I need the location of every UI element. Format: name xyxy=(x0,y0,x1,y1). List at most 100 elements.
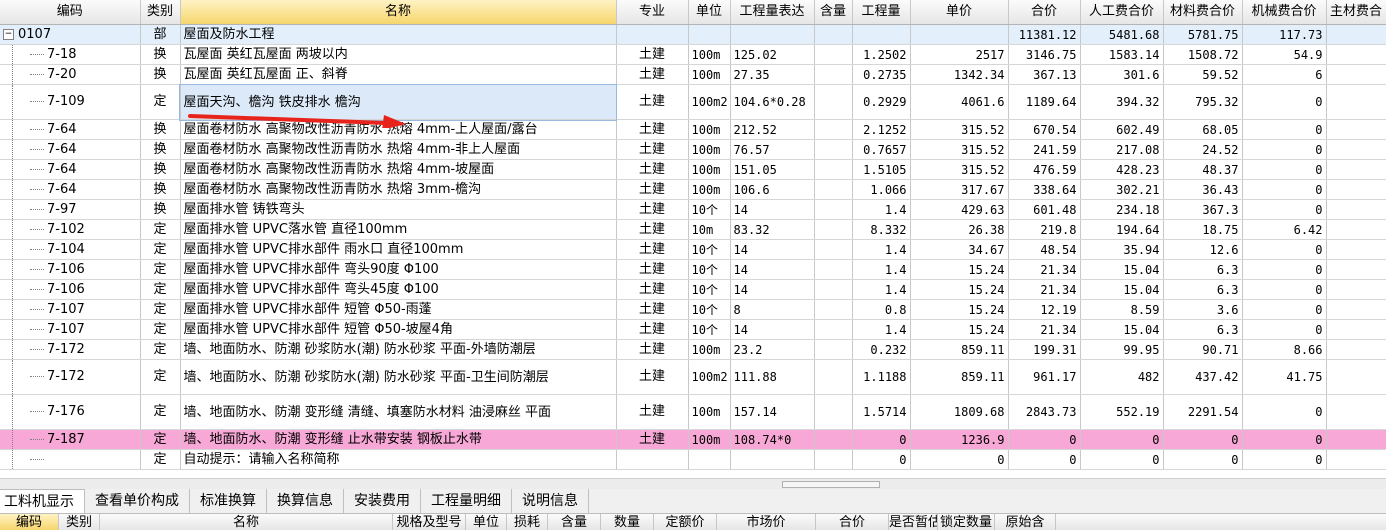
row-name[interactable]: 自动提示：请输入名称简称 xyxy=(180,449,617,470)
row-material-total[interactable]: 6.3 xyxy=(1163,319,1243,340)
row-category[interactable]: 定 xyxy=(140,84,181,120)
row-unit-price[interactable]: 317.67 xyxy=(910,179,1009,200)
table-row[interactable]: 7-97 换屋面排水管 铸铁弯头 土建 10个 14 1.4 429.63 601.48 234… xyxy=(0,199,1386,220)
row-material-total[interactable]: 59.52 xyxy=(1163,64,1243,85)
row-unit[interactable]: 10个 xyxy=(688,319,731,340)
row-material-total[interactable]: 6.3 xyxy=(1163,259,1243,280)
row-major[interactable]: 土建 xyxy=(616,199,689,220)
row-unit[interactable]: 10个 xyxy=(688,259,731,280)
row-main-material-total[interactable] xyxy=(1326,84,1386,120)
row-machine-total[interactable]: 8.66 xyxy=(1242,339,1327,360)
row-total-price[interactable]: 476.59 xyxy=(1008,159,1081,180)
row-material-total[interactable]: 795.32 xyxy=(1163,84,1243,120)
row-quantity[interactable]: 1.4 xyxy=(852,319,911,340)
row-total-price[interactable]: 2843.73 xyxy=(1008,394,1081,430)
col-header-labor-total[interactable]: 人工费合价 xyxy=(1080,0,1164,25)
row-content[interactable] xyxy=(814,339,853,360)
row-total-price[interactable]: 21.34 xyxy=(1008,259,1081,280)
row-major[interactable]: 土建 xyxy=(616,64,689,85)
row-unit[interactable]: 100m xyxy=(688,44,731,65)
row-quantity-expression[interactable]: 108.74*0 xyxy=(730,429,815,450)
row-material-total[interactable]: 36.43 xyxy=(1163,179,1243,200)
row-unit-price[interactable]: 1809.68 xyxy=(910,394,1009,430)
row-labor-total[interactable]: 0 xyxy=(1080,429,1164,450)
row-category[interactable]: 定 xyxy=(140,429,181,450)
row-material-total[interactable]: 12.6 xyxy=(1163,239,1243,260)
col-header-material-total[interactable]: 材料费合价 xyxy=(1163,0,1243,25)
row-content[interactable] xyxy=(814,259,853,280)
row-machine-total[interactable]: 54.9 xyxy=(1242,44,1327,65)
row-content[interactable] xyxy=(814,219,853,240)
row-material-total[interactable]: 18.75 xyxy=(1163,219,1243,240)
col-header-category[interactable]: 类别 xyxy=(140,0,181,25)
table-row[interactable]: 7-176 定墙、地面防水、防潮 变形缝 清缝、填塞防水材料 油浸麻丝 平面 土建 1… xyxy=(0,394,1386,430)
row-name[interactable]: 屋面卷材防水 高聚物改性沥青防水 热熔 4mm-坡屋面 xyxy=(180,159,617,180)
row-labor-total[interactable]: 234.18 xyxy=(1080,199,1164,220)
row-quantity[interactable]: 0 xyxy=(852,429,911,450)
row-material-total[interactable]: 1508.72 xyxy=(1163,44,1243,65)
table-row[interactable]: 7-18 换瓦屋面 英红瓦屋面 两坡以内 土建 100m 125.02 1.2502 251… xyxy=(0,44,1386,65)
row-main-material-total[interactable] xyxy=(1326,359,1386,395)
row-main-material-total[interactable] xyxy=(1326,219,1386,240)
row-code[interactable]: 7-172 xyxy=(0,359,141,395)
row-labor-total[interactable]: 217.08 xyxy=(1080,139,1164,160)
row-labor-total[interactable]: 301.6 xyxy=(1080,64,1164,85)
row-category[interactable]: 定 xyxy=(140,299,181,320)
row-unit[interactable] xyxy=(688,449,731,470)
row-code[interactable]: 7-97 xyxy=(0,199,141,220)
row-machine-total[interactable]: 0 xyxy=(1242,119,1327,140)
row-content[interactable] xyxy=(814,179,853,200)
row-code[interactable]: 7-104 xyxy=(0,239,141,260)
col-header-quantity[interactable]: 工程量 xyxy=(852,0,911,25)
row-major[interactable]: 土建 xyxy=(616,119,689,140)
sub-col-amount[interactable]: 数量 xyxy=(601,514,654,530)
row-name[interactable]: 墙、地面防水、防潮 变形缝 止水带安装 钢板止水带 xyxy=(180,429,617,450)
row-main-material-total[interactable] xyxy=(1326,159,1386,180)
row-main-material-total[interactable] xyxy=(1326,64,1386,85)
table-row[interactable]: 7-104 定屋面排水管 UPVC排水部件 雨水口 直径100mm 土建 10个 14 1… xyxy=(0,239,1386,260)
table-row[interactable]: 7-64 换屋面卷材防水 高聚物改性沥青防水 热熔 4mm-非上人屋面 土建 100m… xyxy=(0,139,1386,160)
row-name[interactable]: 墙、地面防水、防潮 砂浆防水(潮) 防水砂浆 平面-卫生间防潮层 xyxy=(180,359,617,395)
row-unit-price[interactable]: 2517 xyxy=(910,44,1009,65)
table-row[interactable]: 7-64 换屋面卷材防水 高聚物改性沥青防水 热熔 3mm-檐沟 土建 100m 106… xyxy=(0,179,1386,200)
row-name[interactable]: 屋面排水管 UPVC排水部件 短管 Φ50-雨蓬 xyxy=(180,299,617,320)
col-header-code[interactable]: 编码 xyxy=(0,0,141,25)
row-code[interactable]: 7-64 xyxy=(0,159,141,180)
row-major[interactable]: 土建 xyxy=(616,239,689,260)
row-main-material-total[interactable] xyxy=(1326,239,1386,260)
row-main-material-total[interactable] xyxy=(1326,319,1386,340)
row-main-material-total[interactable] xyxy=(1326,119,1386,140)
row-quantity[interactable]: 1.066 xyxy=(852,179,911,200)
row-machine-total[interactable]: 41.75 xyxy=(1242,359,1327,395)
row-material-total[interactable]: 24.52 xyxy=(1163,139,1243,160)
row-quantity-expression[interactable]: 76.57 xyxy=(730,139,815,160)
row-main-material-total[interactable] xyxy=(1326,299,1386,320)
sub-col-lock-amount[interactable]: 锁定数量 xyxy=(938,514,995,530)
row-material-total[interactable]: 3.6 xyxy=(1163,299,1243,320)
col-header-machine-total[interactable]: 机械费合价 xyxy=(1242,0,1327,25)
section-name[interactable]: 屋面及防水工程 xyxy=(180,24,617,45)
row-total-price[interactable]: 670.54 xyxy=(1008,119,1081,140)
section-row[interactable]: −0107 部 屋面及防水工程 11381.12 5481.68 5781.75… xyxy=(0,24,1386,45)
col-header-quantity-expression[interactable]: 工程量表达 xyxy=(730,0,815,25)
row-content[interactable] xyxy=(814,139,853,160)
row-category[interactable]: 换 xyxy=(140,64,181,85)
row-main-material-total[interactable] xyxy=(1326,44,1386,65)
row-code[interactable]: 7-64 xyxy=(0,179,141,200)
table-row[interactable]: 7-102 定屋面排水管 UPVC落水管 直径100mm 土建 10m 83.32 8.3… xyxy=(0,219,1386,240)
row-quantity-expression[interactable]: 14 xyxy=(730,279,815,300)
row-material-total[interactable]: 2291.54 xyxy=(1163,394,1243,430)
row-unit-price[interactable]: 1236.9 xyxy=(910,429,1009,450)
row-main-material-total[interactable] xyxy=(1326,199,1386,220)
sub-col-spec[interactable]: 规格及型号 xyxy=(393,514,466,530)
row-major[interactable] xyxy=(616,449,689,470)
row-material-total[interactable]: 68.05 xyxy=(1163,119,1243,140)
row-major[interactable]: 土建 xyxy=(616,159,689,180)
row-quantity[interactable]: 1.4 xyxy=(852,199,911,220)
row-material-total[interactable]: 437.42 xyxy=(1163,359,1243,395)
row-unit-price[interactable]: 859.11 xyxy=(910,359,1009,395)
table-row[interactable]: 7-106 定屋面排水管 UPVC排水部件 弯头90度 Φ100 土建 10个 14 1.… xyxy=(0,259,1386,280)
row-total-price[interactable]: 0 xyxy=(1008,429,1081,450)
section-content[interactable] xyxy=(814,24,853,45)
row-total-price[interactable]: 0 xyxy=(1008,449,1081,470)
